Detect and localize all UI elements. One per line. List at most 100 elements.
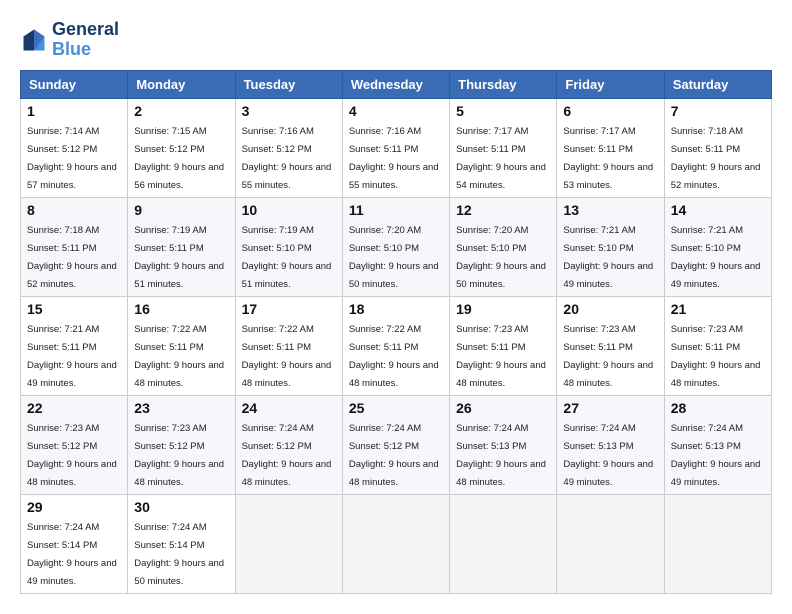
calendar-cell: 26 Sunrise: 7:24 AMSunset: 5:13 PMDaylig… [450,395,557,494]
day-number: 3 [242,103,336,119]
day-info: Sunrise: 7:14 AMSunset: 5:12 PMDaylight:… [27,126,117,191]
day-number: 16 [134,301,228,317]
day-info: Sunrise: 7:16 AMSunset: 5:11 PMDaylight:… [349,126,439,191]
day-number: 11 [349,202,443,218]
day-number: 10 [242,202,336,218]
day-number: 24 [242,400,336,416]
day-number: 15 [27,301,121,317]
calendar-cell: 10 Sunrise: 7:19 AMSunset: 5:10 PMDaylig… [235,197,342,296]
logo-text: GeneralBlue [52,20,119,60]
day-number: 27 [563,400,657,416]
calendar-cell: 3 Sunrise: 7:16 AMSunset: 5:12 PMDayligh… [235,98,342,197]
calendar-table: SundayMondayTuesdayWednesdayThursdayFrid… [20,70,772,594]
day-info: Sunrise: 7:21 AMSunset: 5:11 PMDaylight:… [27,324,117,389]
day-number: 17 [242,301,336,317]
day-number: 12 [456,202,550,218]
day-number: 5 [456,103,550,119]
page-header: GeneralBlue [20,20,772,60]
day-number: 7 [671,103,765,119]
day-info: Sunrise: 7:18 AMSunset: 5:11 PMDaylight:… [27,225,117,290]
calendar-week-2: 8 Sunrise: 7:18 AMSunset: 5:11 PMDayligh… [21,197,772,296]
calendar-cell: 5 Sunrise: 7:17 AMSunset: 5:11 PMDayligh… [450,98,557,197]
calendar-cell [342,494,449,593]
day-number: 2 [134,103,228,119]
day-info: Sunrise: 7:23 AMSunset: 5:11 PMDaylight:… [456,324,546,389]
calendar-week-4: 22 Sunrise: 7:23 AMSunset: 5:12 PMDaylig… [21,395,772,494]
logo: GeneralBlue [20,20,119,60]
calendar-cell: 19 Sunrise: 7:23 AMSunset: 5:11 PMDaylig… [450,296,557,395]
day-info: Sunrise: 7:20 AMSunset: 5:10 PMDaylight:… [349,225,439,290]
day-number: 14 [671,202,765,218]
calendar-cell: 6 Sunrise: 7:17 AMSunset: 5:11 PMDayligh… [557,98,664,197]
calendar-cell: 9 Sunrise: 7:19 AMSunset: 5:11 PMDayligh… [128,197,235,296]
day-info: Sunrise: 7:15 AMSunset: 5:12 PMDaylight:… [134,126,224,191]
day-info: Sunrise: 7:24 AMSunset: 5:12 PMDaylight:… [349,423,439,488]
logo-icon [20,26,48,54]
day-info: Sunrise: 7:19 AMSunset: 5:10 PMDaylight:… [242,225,332,290]
calendar-cell: 18 Sunrise: 7:22 AMSunset: 5:11 PMDaylig… [342,296,449,395]
calendar-cell: 14 Sunrise: 7:21 AMSunset: 5:10 PMDaylig… [664,197,771,296]
day-number: 20 [563,301,657,317]
day-number: 29 [27,499,121,515]
day-info: Sunrise: 7:23 AMSunset: 5:11 PMDaylight:… [671,324,761,389]
day-info: Sunrise: 7:22 AMSunset: 5:11 PMDaylight:… [134,324,224,389]
day-number: 26 [456,400,550,416]
day-info: Sunrise: 7:17 AMSunset: 5:11 PMDaylight:… [456,126,546,191]
calendar-header-row: SundayMondayTuesdayWednesdayThursdayFrid… [21,70,772,98]
day-number: 19 [456,301,550,317]
calendar-cell: 21 Sunrise: 7:23 AMSunset: 5:11 PMDaylig… [664,296,771,395]
calendar-cell: 17 Sunrise: 7:22 AMSunset: 5:11 PMDaylig… [235,296,342,395]
day-number: 28 [671,400,765,416]
day-info: Sunrise: 7:21 AMSunset: 5:10 PMDaylight:… [563,225,653,290]
day-number: 18 [349,301,443,317]
day-info: Sunrise: 7:19 AMSunset: 5:11 PMDaylight:… [134,225,224,290]
day-info: Sunrise: 7:24 AMSunset: 5:12 PMDaylight:… [242,423,332,488]
calendar-cell: 28 Sunrise: 7:24 AMSunset: 5:13 PMDaylig… [664,395,771,494]
calendar-cell: 11 Sunrise: 7:20 AMSunset: 5:10 PMDaylig… [342,197,449,296]
calendar-cell: 15 Sunrise: 7:21 AMSunset: 5:11 PMDaylig… [21,296,128,395]
calendar-week-1: 1 Sunrise: 7:14 AMSunset: 5:12 PMDayligh… [21,98,772,197]
day-number: 9 [134,202,228,218]
calendar-cell: 29 Sunrise: 7:24 AMSunset: 5:14 PMDaylig… [21,494,128,593]
calendar-cell: 13 Sunrise: 7:21 AMSunset: 5:10 PMDaylig… [557,197,664,296]
calendar-cell: 12 Sunrise: 7:20 AMSunset: 5:10 PMDaylig… [450,197,557,296]
day-info: Sunrise: 7:18 AMSunset: 5:11 PMDaylight:… [671,126,761,191]
calendar-cell: 7 Sunrise: 7:18 AMSunset: 5:11 PMDayligh… [664,98,771,197]
calendar-cell [235,494,342,593]
day-info: Sunrise: 7:24 AMSunset: 5:14 PMDaylight:… [27,522,117,587]
day-info: Sunrise: 7:21 AMSunset: 5:10 PMDaylight:… [671,225,761,290]
calendar-cell [557,494,664,593]
calendar-header-saturday: Saturday [664,70,771,98]
day-number: 6 [563,103,657,119]
day-info: Sunrise: 7:23 AMSunset: 5:12 PMDaylight:… [27,423,117,488]
calendar-cell: 22 Sunrise: 7:23 AMSunset: 5:12 PMDaylig… [21,395,128,494]
calendar-week-5: 29 Sunrise: 7:24 AMSunset: 5:14 PMDaylig… [21,494,772,593]
day-number: 4 [349,103,443,119]
day-number: 1 [27,103,121,119]
calendar-cell [664,494,771,593]
calendar-cell: 23 Sunrise: 7:23 AMSunset: 5:12 PMDaylig… [128,395,235,494]
day-number: 8 [27,202,121,218]
day-number: 22 [27,400,121,416]
day-number: 23 [134,400,228,416]
calendar-cell: 20 Sunrise: 7:23 AMSunset: 5:11 PMDaylig… [557,296,664,395]
day-info: Sunrise: 7:16 AMSunset: 5:12 PMDaylight:… [242,126,332,191]
calendar-header-wednesday: Wednesday [342,70,449,98]
day-info: Sunrise: 7:24 AMSunset: 5:14 PMDaylight:… [134,522,224,587]
calendar-header-thursday: Thursday [450,70,557,98]
day-info: Sunrise: 7:24 AMSunset: 5:13 PMDaylight:… [563,423,653,488]
calendar-cell: 25 Sunrise: 7:24 AMSunset: 5:12 PMDaylig… [342,395,449,494]
calendar-cell [450,494,557,593]
day-info: Sunrise: 7:24 AMSunset: 5:13 PMDaylight:… [671,423,761,488]
calendar-cell: 16 Sunrise: 7:22 AMSunset: 5:11 PMDaylig… [128,296,235,395]
calendar-header-tuesday: Tuesday [235,70,342,98]
day-info: Sunrise: 7:20 AMSunset: 5:10 PMDaylight:… [456,225,546,290]
day-info: Sunrise: 7:17 AMSunset: 5:11 PMDaylight:… [563,126,653,191]
day-info: Sunrise: 7:23 AMSunset: 5:11 PMDaylight:… [563,324,653,389]
calendar-cell: 24 Sunrise: 7:24 AMSunset: 5:12 PMDaylig… [235,395,342,494]
day-info: Sunrise: 7:24 AMSunset: 5:13 PMDaylight:… [456,423,546,488]
calendar-cell: 30 Sunrise: 7:24 AMSunset: 5:14 PMDaylig… [128,494,235,593]
calendar-cell: 27 Sunrise: 7:24 AMSunset: 5:13 PMDaylig… [557,395,664,494]
day-number: 21 [671,301,765,317]
day-number: 13 [563,202,657,218]
